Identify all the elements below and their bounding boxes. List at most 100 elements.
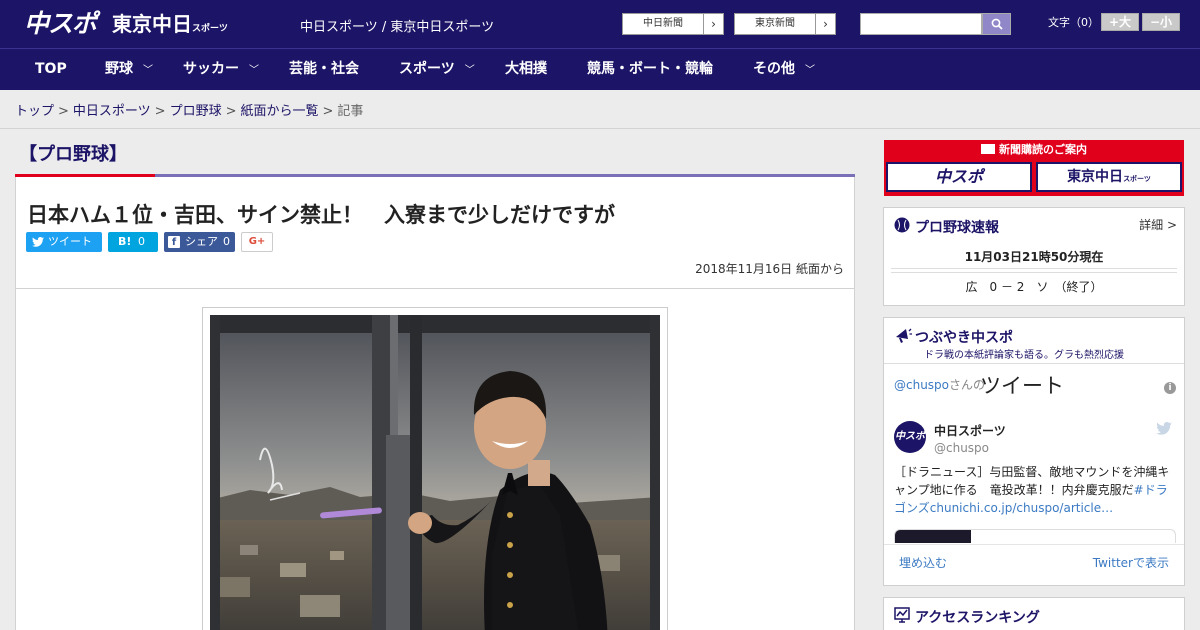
twitter-handle-link[interactable]: @chuspo xyxy=(894,378,949,392)
megaphone-icon xyxy=(896,328,912,343)
article-headline: 日本ハム１位・吉田、サイン禁止！ 入寮まで少しだけですが xyxy=(27,203,615,227)
nav-label: 芸能・社会 xyxy=(289,61,359,77)
newspaper-icon xyxy=(981,144,995,154)
twitter-handle-line: @chuspoさんの xyxy=(894,376,985,393)
scores-timestamp: 11月03日21時50分現在 xyxy=(964,250,1104,264)
nav-label: TOP xyxy=(35,61,67,77)
ranking-widget-title: アクセスランキング xyxy=(915,610,1040,626)
twitter-widget-subtitle: ドラ戦の本紙評論家も語る。グラも熱烈応援 xyxy=(924,350,1124,361)
divider xyxy=(16,288,854,289)
baseball-details-link[interactable]: 詳細 > xyxy=(1139,216,1177,233)
view-on-twitter-link[interactable]: Twitterで表示 xyxy=(1093,554,1169,571)
chevron-down-icon: ﹀ xyxy=(464,65,475,76)
breadcrumb-separator: > xyxy=(154,104,166,119)
article-card: 日本ハム１位・吉田、サイン禁止！ 入寮まで少しだけですが ツイート B! 0 f… xyxy=(15,177,855,630)
hatena-bookmark-button[interactable]: B! 0 xyxy=(108,232,158,252)
search-input[interactable] xyxy=(860,13,982,35)
hatena-icon: B! xyxy=(118,235,132,248)
twitter-widget: つぶやき中スポ ドラ戦の本紙評論家も語る。グラも熱烈応援 @chuspoさんの … xyxy=(883,317,1185,586)
font-size-label: 文字（0） xyxy=(1048,16,1099,29)
tweet-button[interactable]: ツイート xyxy=(26,232,102,252)
baseball-icon xyxy=(894,217,910,233)
breadcrumb-separator: > xyxy=(322,104,334,119)
divider xyxy=(891,268,1177,269)
search-icon xyxy=(991,18,1003,30)
nav-item-sumo[interactable]: 大相撲 xyxy=(505,49,547,90)
tweet-media-card[interactable] xyxy=(894,529,1176,543)
facebook-share-button[interactable]: f シェア 0 xyxy=(164,232,235,252)
article-photo-frame xyxy=(202,307,668,630)
main-nav: TOP 野球 ﹀ サッカー ﹀ 芸能・社会 スポーツ ﹀ 大相撲 競馬・ボート・競輪 … xyxy=(0,48,1200,90)
breadcrumb-pro-baseball[interactable]: プロ野球 xyxy=(170,104,222,119)
tweet-label: ツイート xyxy=(48,235,92,248)
ad-logo-sub: スポーツ xyxy=(1123,175,1151,183)
logo-tokyo-chunichi[interactable]: 東京中日スポーツ xyxy=(112,8,228,40)
logo-chuspo[interactable]: 中スポ xyxy=(24,8,97,40)
nav-item-racing[interactable]: 競馬・ボート・競輪 xyxy=(587,49,713,90)
chevron-right-icon: › xyxy=(703,14,723,34)
tweet-author-handle[interactable]: @chuspo xyxy=(934,441,989,455)
tweet-media-thumbnail xyxy=(895,530,971,543)
nav-item-baseball[interactable]: 野球 ﹀ xyxy=(105,49,153,90)
article-category: 【プロ野球】 xyxy=(19,144,127,165)
ad-logo-chuspo[interactable]: 中スポ xyxy=(886,162,1032,192)
subscription-ad[interactable]: 新聞購読のご案内 中スポ 東京中日スポーツ xyxy=(884,140,1184,196)
twitter-bird-icon[interactable] xyxy=(1156,422,1172,435)
baseball-scores-widget: プロ野球速報 詳細 > 11月03日21時50分現在 広 0 － 2 ソ （終了… xyxy=(883,207,1185,306)
avatar[interactable]: 中スポ xyxy=(894,421,926,453)
breadcrumb-paper-list[interactable]: 紙面から一覧 xyxy=(241,104,319,119)
tweet-text: ［ドラニュース］与田監督、敵地マウンドを沖縄キャンプ地に作る 竜投改革！！内弁慶… xyxy=(894,463,1176,517)
divider xyxy=(884,544,1184,545)
chevron-right-icon: › xyxy=(815,14,835,34)
nav-item-entertainment[interactable]: 芸能・社会 xyxy=(289,49,359,90)
chunichi-shimbun-link[interactable]: 中日新聞 › xyxy=(622,13,724,35)
ad-logo-text: 東京中日 xyxy=(1067,169,1124,185)
facebook-share-count: 0 xyxy=(223,235,230,248)
breadcrumb-current: 記事 xyxy=(337,104,364,119)
ranking-widget: アクセスランキング xyxy=(883,597,1185,630)
google-plus-icon: G+ xyxy=(248,236,266,247)
chevron-down-icon: ﹀ xyxy=(805,65,815,76)
breadcrumb-separator: > xyxy=(225,104,237,119)
divider xyxy=(884,363,1184,364)
subscription-heading: 新聞購読のご案内 xyxy=(884,140,1184,159)
tweet-body: ［ドラニュース］与田監督、敵地マウンドを沖縄キャンプ地に作る 竜投改革！！内弁慶… xyxy=(894,465,1170,497)
logo-tokyo-sub: スポーツ xyxy=(192,24,228,34)
tokyo-shimbun-link[interactable]: 東京新聞 › xyxy=(734,13,836,35)
facebook-share-label: シェア xyxy=(185,235,218,248)
nav-label: 野球 xyxy=(105,61,133,77)
divider xyxy=(0,128,1200,129)
breadcrumb-top[interactable]: トップ xyxy=(15,104,54,119)
font-smaller-button[interactable]: −小 xyxy=(1142,13,1180,31)
ad-logo-tokyo-chunichi[interactable]: 東京中日スポーツ xyxy=(1036,162,1182,192)
breadcrumb-separator: > xyxy=(58,104,69,119)
nav-item-sports[interactable]: スポーツ ﹀ xyxy=(399,49,475,90)
nav-item-soccer[interactable]: サッカー ﹀ xyxy=(183,49,259,90)
game-score[interactable]: 広 0 － 2 ソ （終了） xyxy=(884,278,1184,295)
info-icon[interactable]: i xyxy=(1164,382,1176,394)
twitter-widget-title: つぶやき中スポ xyxy=(915,330,1013,346)
nav-label: サッカー xyxy=(183,61,239,77)
breadcrumb: トップ > 中日スポーツ > プロ野球 > 紙面から一覧 > 記事 xyxy=(15,100,363,119)
ext-link-label: 東京新聞 xyxy=(755,18,795,29)
nav-item-top[interactable]: TOP xyxy=(35,49,67,90)
tweet-author-name[interactable]: 中日スポーツ xyxy=(934,422,1006,439)
subscription-heading-text: 新聞購読のご案内 xyxy=(999,143,1087,156)
nav-label: その他 xyxy=(753,61,795,77)
nav-item-other[interactable]: その他 ﹀ xyxy=(753,49,815,90)
chevron-down-icon: ﹀ xyxy=(249,65,259,76)
site-title: 中日スポーツ / 東京中日スポーツ xyxy=(300,20,495,35)
search-button[interactable] xyxy=(982,13,1011,35)
facebook-icon: f xyxy=(168,236,180,248)
twitter-bird-icon xyxy=(32,237,44,247)
nav-label: スポーツ xyxy=(399,61,455,77)
embed-link[interactable]: 埋め込む xyxy=(899,554,947,571)
google-plus-button[interactable]: G+ xyxy=(241,232,273,252)
font-larger-button[interactable]: +大 xyxy=(1101,13,1139,31)
breadcrumb-chuspo[interactable]: 中日スポーツ xyxy=(73,104,151,119)
tweets-heading: ツイート xyxy=(980,374,1064,398)
player-signing-photo xyxy=(210,315,660,630)
hatena-count: 0 xyxy=(138,235,145,248)
baseball-widget-title: プロ野球速報 xyxy=(915,220,999,236)
ext-link-label: 中日新聞 xyxy=(643,18,683,29)
